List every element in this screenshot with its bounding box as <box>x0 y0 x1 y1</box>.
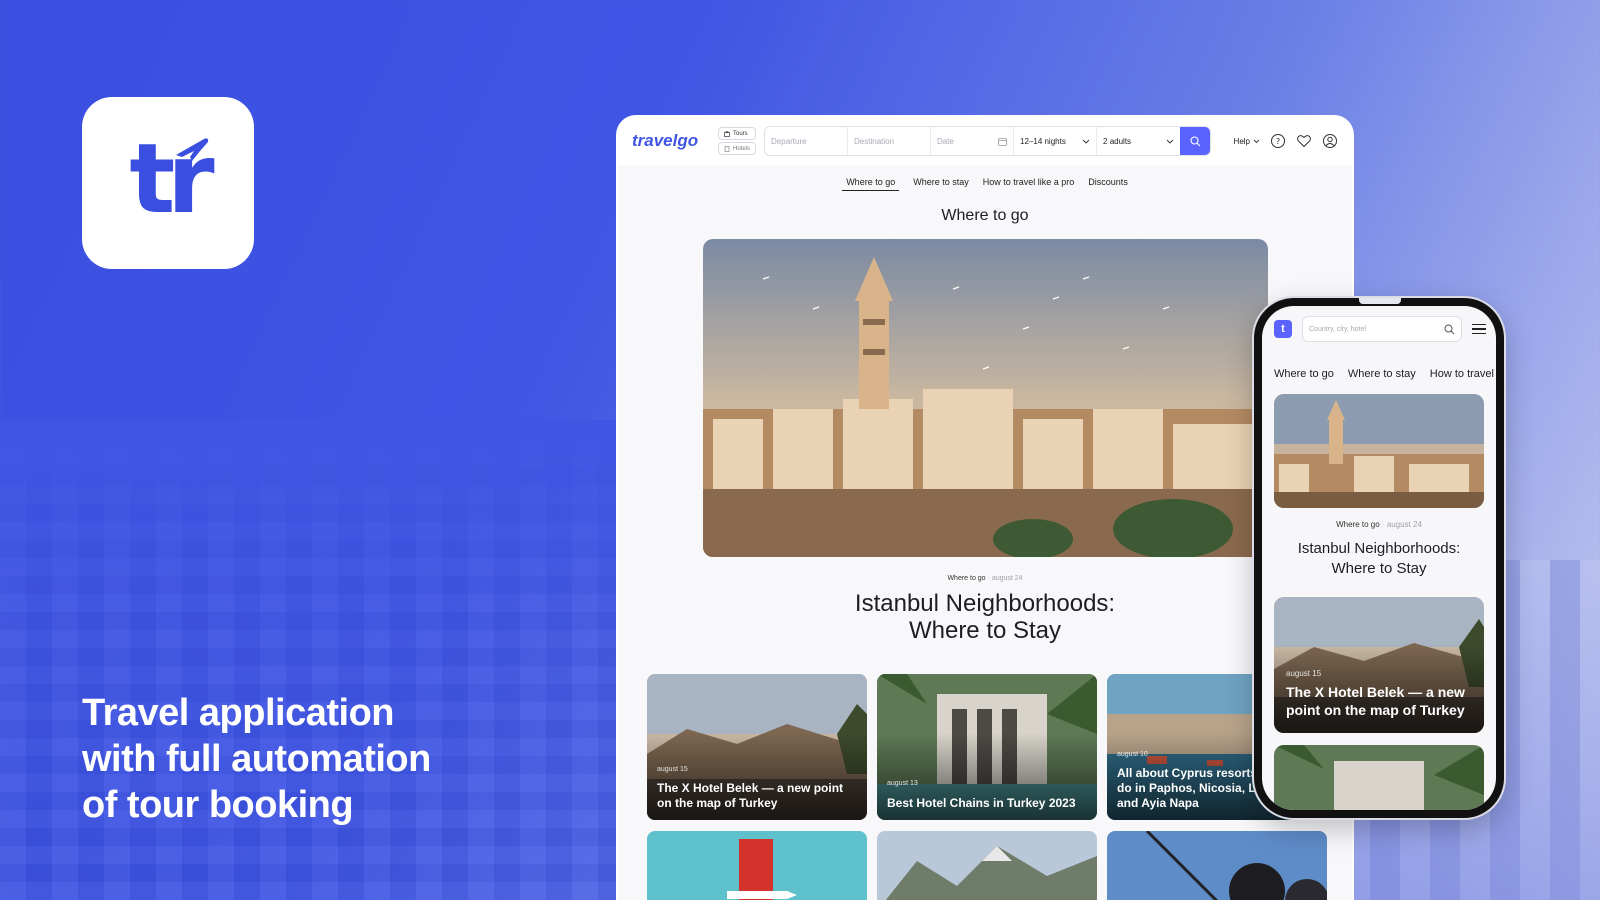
phone-nav: Where to go Where to stay How to travel … <box>1262 368 1496 380</box>
headline-line: with full automation <box>82 738 431 780</box>
hotels-toggle[interactable]: Hotels <box>718 142 757 155</box>
card-date: august 10 <box>1117 751 1148 758</box>
article-category[interactable]: Where to go <box>947 575 985 582</box>
phone-card-title: The X Hotel Belek — a new point on the m… <box>1286 684 1465 718</box>
site-header: travelgo Tours Hotels Departure Destinat… <box>618 117 1352 165</box>
plane-icon <box>176 138 209 161</box>
headline-line: Travel application <box>82 692 395 734</box>
phone-article-category[interactable]: Where to go <box>1336 520 1380 529</box>
istanbul-photo <box>1274 394 1484 508</box>
headline-line: of tour booking <box>82 784 354 826</box>
nav-item-how-to-travel[interactable]: How to travel like a pro <box>983 177 1075 191</box>
header-actions: Help ? <box>1234 133 1338 149</box>
phone-nav-item-how-to-travel[interactable]: How to travel like a pro <box>1430 368 1496 380</box>
article-meta: Where to go · august 24 <box>618 575 1352 582</box>
suitcase-icon <box>724 130 730 137</box>
search-type-switch: Tours Hotels <box>718 127 757 155</box>
calendar-icon <box>998 137 1007 146</box>
phone-article-card[interactable] <box>1274 745 1484 810</box>
article-card[interactable] <box>1107 831 1327 900</box>
hero-image[interactable] <box>702 239 1268 557</box>
nights-select[interactable]: 12–14 nights <box>1014 127 1098 155</box>
card-title: The X Hotel Belek — a new point on the m… <box>657 781 844 810</box>
article-cards-row-2 <box>647 831 1352 900</box>
phone-hero-image[interactable] <box>1274 394 1484 508</box>
phone-article-card[interactable]: august 15 The X Hotel Belek — a new poin… <box>1274 597 1484 733</box>
card-photo <box>877 831 1097 900</box>
chevron-down-icon <box>1082 139 1090 144</box>
card-photo <box>1107 831 1327 900</box>
desktop-site-mockup: travelgo Tours Hotels Departure Destinat… <box>616 115 1354 900</box>
card-photo <box>647 831 867 900</box>
phone-card-date: august 15 <box>1286 669 1322 678</box>
card-photo <box>1274 745 1484 810</box>
departure-field[interactable]: Departure <box>765 127 849 155</box>
tours-toggle[interactable]: Tours <box>718 127 757 140</box>
phone-article-title[interactable]: Istanbul Neighborhoods: Where to Stay <box>1262 539 1496 579</box>
search-bar: Departure Destination Date 12–14 nights … <box>764 126 1212 156</box>
phone-nav-item-where-to-stay[interactable]: Where to stay <box>1348 368 1416 380</box>
article-card[interactable] <box>877 831 1097 900</box>
tours-label: Tours <box>733 130 748 137</box>
guests-select[interactable]: 2 adults <box>1097 127 1180 155</box>
phone-mockup: t Country, city, hotel Where to go Where… <box>1254 298 1504 818</box>
article-card[interactable] <box>647 831 867 900</box>
nav-item-where-to-stay[interactable]: Where to stay <box>913 177 969 191</box>
site-nav: Where to go Where to stay How to travel … <box>618 177 1352 191</box>
hotels-label: Hotels <box>733 145 751 152</box>
building-icon <box>724 145 730 152</box>
phone-search-input[interactable]: Country, city, hotel <box>1302 316 1462 342</box>
card-date: august 13 <box>887 780 918 787</box>
nav-item-where-to-go[interactable]: Where to go <box>842 177 900 191</box>
article-title[interactable]: Istanbul Neighborhoods: Where to Stay <box>618 590 1352 644</box>
date-field[interactable]: Date <box>931 127 1015 155</box>
question-icon[interactable]: ? <box>1270 133 1286 149</box>
card-date: august 15 <box>657 766 688 773</box>
section-title: Where to go <box>941 207 1029 224</box>
article-title-line: Istanbul Neighborhoods: <box>854 590 1116 617</box>
article-cards-row: august 15 The X Hotel Belek — a new poin… <box>647 674 1352 820</box>
help-label: Help <box>1233 136 1250 146</box>
phone-nav-item-where-to-go[interactable]: Where to go <box>1274 368 1334 380</box>
article-card[interactable]: august 15 The X Hotel Belek — a new poin… <box>647 674 867 820</box>
phone-article-date: august 24 <box>1386 520 1422 529</box>
card-title: Best Hotel Chains in Turkey 2023 <box>887 796 1076 810</box>
chevron-down-icon <box>1253 139 1260 143</box>
phone-logo[interactable]: t <box>1274 320 1292 338</box>
phone-search-placeholder: Country, city, hotel <box>1309 325 1366 333</box>
nights-value: 12–14 nights <box>1020 136 1066 146</box>
svg-text:?: ? <box>1276 137 1280 146</box>
user-icon[interactable] <box>1322 133 1338 149</box>
headline: Travel application with full automation … <box>82 690 502 828</box>
istanbul-photo <box>702 239 1268 557</box>
phone-article-title-line: Istanbul Neighborhoods: <box>1297 540 1461 557</box>
chevron-down-icon <box>1166 139 1174 144</box>
article-card[interactable]: august 13 Best Hotel Chains in Turkey 20… <box>877 674 1097 820</box>
hamburger-menu-icon[interactable] <box>1472 323 1486 335</box>
heart-icon[interactable] <box>1296 133 1312 149</box>
guests-value: 2 adults <box>1103 136 1132 146</box>
site-logo[interactable]: travelgo <box>632 131 718 151</box>
phone-notch <box>1359 298 1401 304</box>
nav-item-discounts[interactable]: Discounts <box>1088 177 1128 191</box>
phone-screen: t Country, city, hotel Where to go Where… <box>1262 306 1496 810</box>
help-menu[interactable]: Help <box>1234 137 1260 146</box>
phone-header: t Country, city, hotel <box>1262 306 1496 342</box>
article-date: august 24 <box>991 575 1023 582</box>
phone-article-meta: Where to go · august 24 <box>1262 520 1496 529</box>
app-icon: tr <box>82 97 254 269</box>
search-button[interactable] <box>1180 127 1211 155</box>
search-icon <box>1444 324 1455 334</box>
phone-article-title-line: Where to Stay <box>1331 560 1427 577</box>
search-icon <box>1189 135 1200 146</box>
background-city-image-left <box>0 420 620 900</box>
date-placeholder: Date <box>937 136 954 146</box>
destination-field[interactable]: Destination <box>848 127 932 155</box>
article-title-line: Where to Stay <box>908 617 1062 644</box>
